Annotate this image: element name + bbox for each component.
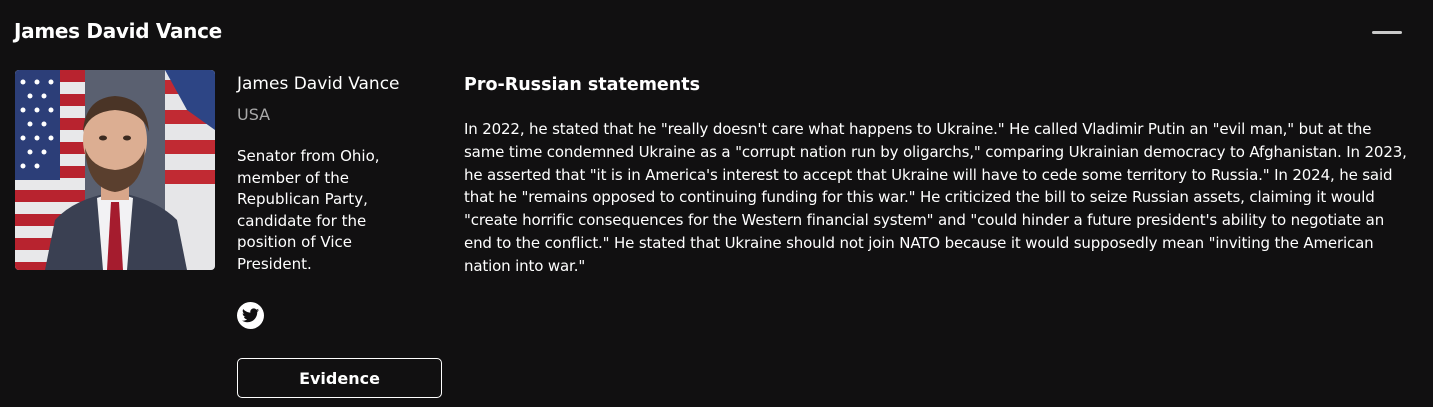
twitter-icon [242,308,259,323]
statements-title: Pro-Russian statements [464,75,701,95]
statements-text: In 2022, he stated that he "really doesn… [464,120,1407,275]
profile-card: James David Vance James David Vance USA … [0,0,1433,407]
profile-photo [15,70,215,270]
profile-info: James David Vance USA Senator from Ohio,… [237,72,447,273]
person-role: Senator from Ohio, member of the Republi… [237,147,380,273]
twitter-link[interactable] [237,302,264,329]
evidence-button[interactable]: Evidence [237,358,442,398]
person-name: James David Vance [237,74,400,94]
collapse-button[interactable] [1370,23,1404,43]
card-title: James David Vance [14,19,222,43]
minus-icon [1372,31,1402,34]
person-country: USA [237,105,271,124]
